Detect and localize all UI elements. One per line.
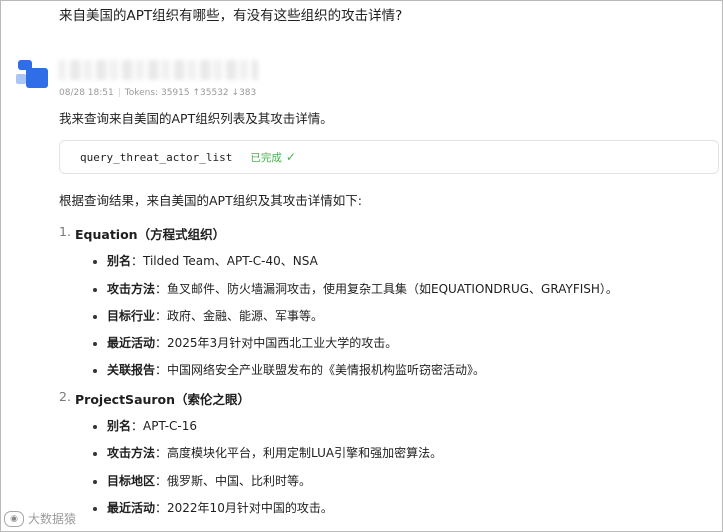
list-item: 攻击方法：鱼叉邮件、防火墙漏洞攻击，使用复杂工具集（如EQUATIONDRUG、…	[107, 280, 618, 297]
message-datetime: 08/28 18:51	[59, 88, 114, 98]
item-text: ：APT-C-16	[131, 419, 197, 433]
tool-status-label: 已完成	[250, 151, 282, 164]
section-title: Equation（方程式组织）	[75, 227, 226, 242]
item-label: 目标地区	[107, 474, 156, 488]
item-label: 目标行业	[107, 309, 156, 323]
item-text: ：2022年10月针对中国的攻击。	[155, 501, 333, 515]
item-text: ：中国网络安全产业联盟发布的《美情报机构监听窃密活动》。	[155, 363, 486, 377]
token-count: Tokens: 35915	[124, 88, 190, 98]
list-item: 别名：APT-C-16	[107, 417, 197, 434]
list-item: 最近活动：2025年3月针对中国西北工业大学的攻击。	[107, 334, 397, 351]
assistant-name-redacted	[58, 60, 258, 80]
watermark-text: 大数据猿	[28, 512, 77, 526]
section-number: 1.	[59, 224, 71, 239]
list-item: 目标行业：政府、金融、能源、军事等。	[107, 307, 323, 324]
bullet	[93, 425, 97, 429]
bullet	[93, 260, 97, 264]
item-label: 别名	[107, 419, 132, 433]
tool-name: query_threat_actor_list	[80, 150, 233, 164]
list-item: 目标地区：俄罗斯、中国、比利时等。	[107, 472, 311, 489]
bullet	[93, 507, 97, 511]
section-title: ProjectSauron（索伦之眼）	[75, 392, 251, 407]
bullet	[93, 342, 97, 346]
watermark-icon: ◉	[4, 510, 24, 527]
assistant-intro: 我来查询来自美国的APT组织列表及其攻击详情。	[59, 111, 333, 126]
token-up: ↑35532	[192, 88, 229, 98]
item-label: 攻击方法	[107, 282, 156, 296]
item-label: 关联报告	[107, 363, 156, 377]
list-item: 最近活动：2022年10月针对中国的攻击。	[107, 499, 333, 516]
item-label: 攻击方法	[107, 446, 156, 460]
tool-call-card[interactable]: query_threat_actor_list 已完成 ✓	[59, 140, 719, 174]
bullet	[93, 369, 97, 373]
bullet	[93, 480, 97, 484]
message-meta: 08/28 18:51 | Tokens: 35915 ↑35532 ↓383	[59, 88, 256, 98]
item-text: ：俄罗斯、中国、比利时等。	[155, 474, 312, 488]
bullet	[93, 452, 97, 456]
tool-status: 已完成 ✓	[250, 150, 296, 165]
user-question: 来自美国的APT组织有哪些，有没有这些组织的攻击详情?	[59, 8, 403, 24]
bullet	[93, 288, 97, 292]
list-item: 别名：Tilded Team、APT-C-40、NSA	[107, 252, 318, 269]
item-text: ：政府、金融、能源、军事等。	[155, 309, 324, 323]
section-number: 2.	[59, 389, 71, 404]
item-text: ：2025年3月针对中国西北工业大学的攻击。	[155, 336, 398, 350]
assistant-avatar	[16, 60, 48, 96]
result-lead: 根据查询结果，来自美国的APT组织及其攻击详情如下:	[59, 193, 362, 208]
item-text: ：Tilded Team、APT-C-40、NSA	[131, 254, 318, 268]
meta-divider: |	[117, 88, 121, 98]
list-item: 攻击方法：高度模块化平台，利用定制LUA引擎和强加密算法。	[107, 444, 442, 461]
item-label: 最近活动	[107, 336, 156, 350]
item-text: ：鱼叉邮件、防火墙漏洞攻击，使用复杂工具集（如EQUATIONDRUG、GRAY…	[155, 282, 618, 296]
watermark: ◉ 大数据猿	[4, 510, 76, 527]
bullet	[93, 315, 97, 319]
check-icon: ✓	[285, 150, 296, 164]
item-label: 最近活动	[107, 501, 156, 515]
list-item: 关联报告：中国网络安全产业联盟发布的《美情报机构监听窃密活动》。	[107, 361, 485, 378]
item-label: 别名	[107, 254, 132, 268]
token-down: ↓383	[231, 88, 257, 98]
item-text: ：高度模块化平台，利用定制LUA引擎和强加密算法。	[155, 446, 443, 460]
